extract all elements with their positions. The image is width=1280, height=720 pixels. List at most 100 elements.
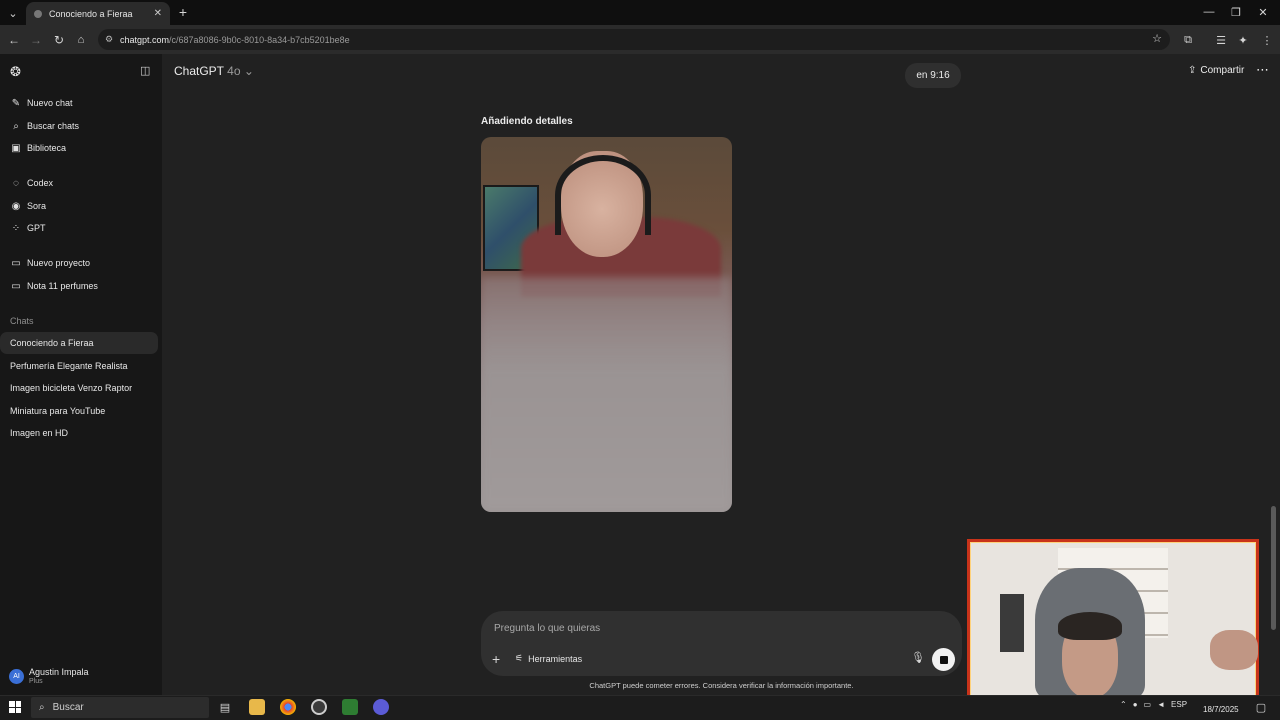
sidebar-item-project[interactable]: ▭ Nota 11 perfumes: [0, 275, 158, 297]
chat-item-label: Conociendo a Fieraa: [10, 338, 94, 348]
system-tray: ⌃ ● ▭ ◄ ESP: [1120, 700, 1187, 709]
composer: + ⚟ Herramientas 🎙︎: [481, 611, 962, 676]
prompt-input[interactable]: [494, 621, 914, 635]
chat-item[interactable]: Imagen en HD: [0, 422, 158, 444]
search-icon: ⌕: [39, 702, 45, 713]
bookmark-star-icon[interactable]: ☆: [1152, 32, 1162, 45]
mic-tray-icon[interactable]: ●: [1133, 700, 1138, 709]
chat-item[interactable]: Perfumería Elegante Realista: [0, 355, 158, 377]
share-icon: ⇪: [1188, 65, 1197, 76]
user-avatar[interactable]: AI: [9, 669, 24, 684]
user-plan: Plus: [29, 678, 43, 685]
language-indicator[interactable]: ESP: [1171, 700, 1187, 709]
task-view-icon[interactable]: ▤: [218, 700, 232, 714]
taskbar-clock[interactable]: 18/7/2025: [1203, 700, 1239, 714]
tab-groups-icon[interactable]: ☰: [1214, 33, 1228, 47]
webcam-overlay: [967, 539, 1259, 702]
timer-badge: en 9:16: [905, 63, 961, 88]
site-info-icon[interactable]: ⚙: [105, 34, 113, 45]
stop-generation-button[interactable]: [932, 648, 955, 671]
share-label: Compartir: [1200, 65, 1245, 76]
more-options-icon[interactable]: ⋯: [1256, 62, 1269, 78]
chat-item-active[interactable]: Conociendo a Fieraa: [0, 332, 158, 354]
sidebar-item-search-chats[interactable]: ⌕ Buscar chats: [0, 115, 158, 137]
tab-favicon-icon: [34, 9, 42, 18]
library-icon: ▣: [11, 142, 21, 154]
sidebar-item-new-chat[interactable]: ✎ Nuevo chat: [0, 92, 158, 114]
tab-search-chevron-icon[interactable]: ⌄: [6, 6, 20, 20]
volume-icon[interactable]: ◄: [1157, 700, 1165, 709]
profile-icon[interactable]: ✦: [1236, 33, 1250, 47]
tab-close-icon[interactable]: ✕: [154, 8, 162, 19]
notifications-icon[interactable]: ▢: [1254, 700, 1268, 714]
sidebar-item-gpt[interactable]: ⁘ GPT: [0, 217, 158, 239]
share-button[interactable]: ⇪ Compartir: [1188, 65, 1244, 76]
windows-start-icon[interactable]: [9, 701, 21, 713]
generated-image[interactable]: [481, 137, 732, 512]
taskbar-search-label: Buscar: [52, 702, 84, 713]
chat-item-label: Imagen en HD: [10, 428, 69, 438]
app-icon[interactable]: [342, 699, 358, 715]
tray-chevron-icon[interactable]: ⌃: [1120, 700, 1127, 709]
model-version: 4o: [227, 64, 241, 78]
openai-logo-icon[interactable]: ❂: [10, 64, 21, 80]
search-icon: ⌕: [13, 120, 19, 132]
model-selector[interactable]: ChatGPT 4o ⌄: [174, 64, 254, 78]
file-explorer-icon[interactable]: [249, 699, 265, 715]
browser-menu-icon[interactable]: ⋮: [1260, 33, 1274, 47]
reload-icon[interactable]: ↻: [52, 33, 66, 47]
network-icon[interactable]: ▭: [1144, 700, 1152, 709]
sidebar-item-label: Nota 11 perfumes: [27, 281, 98, 291]
url-host: chatgpt.com: [120, 34, 170, 45]
sliders-icon: ⚟: [515, 653, 524, 663]
stop-icon: [939, 655, 948, 664]
sidebar-item-codex[interactable]: ◌ Codex: [0, 172, 158, 194]
app-icon[interactable]: [311, 699, 327, 715]
sidebar-item-label: Nuevo chat: [27, 98, 73, 108]
chevron-down-icon: ⌄: [243, 64, 254, 78]
tools-button[interactable]: ⚟ Herramientas: [515, 653, 582, 664]
edit-icon: ✎: [11, 97, 21, 109]
extensions-icon[interactable]: ⧉: [1181, 33, 1195, 47]
chrome-icon[interactable]: [280, 699, 296, 715]
sidebar: ❂ ◫ ✎ Nuevo chat ⌕ Buscar chats ▣ Biblio…: [0, 54, 162, 695]
address-bar[interactable]: ⚙ chatgpt.com/c/687a8086-9b0c-8010-8a34-…: [98, 29, 1170, 50]
toggle-sidebar-icon[interactable]: ◫: [140, 64, 150, 77]
sidebar-item-library[interactable]: ▣ Biblioteca: [0, 137, 158, 159]
chat-item[interactable]: Miniatura para YouTube: [0, 400, 158, 422]
disclaimer: ChatGPT puede cometer errores. Considera…: [589, 681, 854, 690]
user-name[interactable]: Agustin Impala: [29, 667, 89, 677]
home-icon[interactable]: ⌂: [74, 33, 88, 47]
url-path: /c/687a8086-9b0c-8010-8a34-b7cb5201be8e: [169, 34, 350, 45]
codex-icon: ◌: [13, 177, 19, 189]
sidebar-item-label: Codex: [27, 178, 54, 188]
app-icon[interactable]: [373, 699, 389, 715]
chat-item[interactable]: Imagen bicicleta Venzo Raptor: [0, 377, 158, 399]
window-close-icon[interactable]: ✕: [1256, 5, 1270, 19]
taskbar-date: 18/7/2025: [1203, 705, 1239, 714]
browser-tab[interactable]: Conociendo a Fieraa ✕: [26, 2, 170, 25]
webcam-camera-shape: [1000, 594, 1024, 652]
microphone-icon[interactable]: 🎙︎: [911, 651, 925, 664]
image-headphones-shape: [555, 155, 651, 235]
chat-item-label: Imagen bicicleta Venzo Raptor: [10, 383, 133, 393]
model-name: ChatGPT: [174, 64, 224, 78]
taskbar-search[interactable]: ⌕ Buscar: [31, 697, 209, 718]
folder-icon: ▭: [11, 280, 21, 292]
minimize-icon[interactable]: —: [1202, 5, 1216, 19]
new-tab-icon[interactable]: +: [176, 4, 190, 20]
forward-icon[interactable]: →: [29, 33, 43, 47]
sidebar-item-new-project[interactable]: ▭ Nuevo proyecto: [0, 252, 158, 274]
chats-heading: Chats: [10, 316, 34, 326]
sidebar-item-label: Nuevo proyecto: [27, 258, 91, 268]
tools-label: Herramientas: [528, 653, 583, 664]
attach-plus-icon[interactable]: +: [492, 651, 500, 667]
chat-item-label: Perfumería Elegante Realista: [10, 361, 128, 371]
restore-icon[interactable]: ❐: [1229, 5, 1243, 19]
scrollbar[interactable]: [1271, 506, 1276, 630]
grid-icon: ⁘: [11, 222, 21, 234]
webcam-hair-shape: [1058, 612, 1122, 640]
back-icon[interactable]: ←: [7, 33, 21, 47]
sora-icon: ◉: [11, 200, 21, 212]
sidebar-item-sora[interactable]: ◉ Sora: [0, 195, 158, 217]
